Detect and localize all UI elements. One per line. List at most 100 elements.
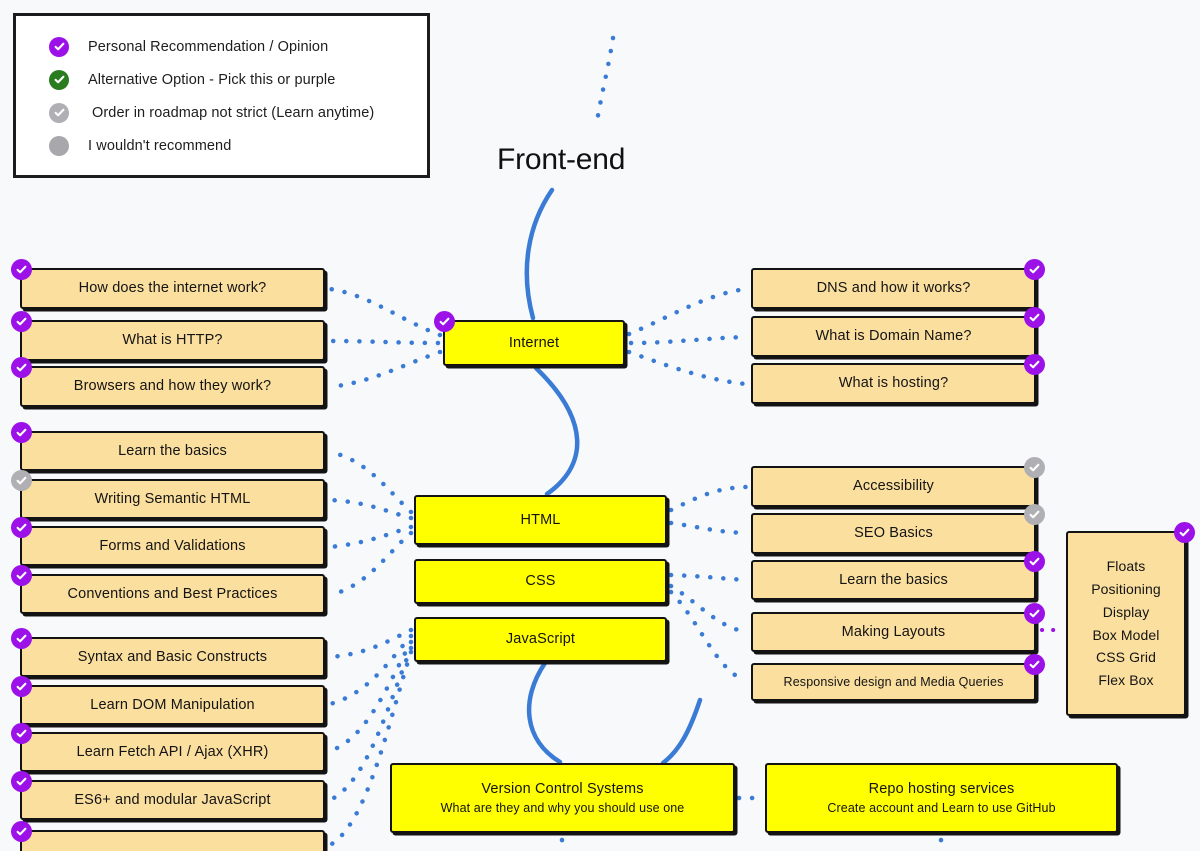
node-label: Writing Semantic HTML: [94, 490, 251, 507]
edge-css-responsive: [668, 589, 749, 684]
check-circle-icon: [49, 69, 69, 90]
node-label: Conventions and Best Practices: [67, 585, 278, 602]
edge-internet-domain-name: [628, 334, 749, 346]
node-label: ES6+ and modular JavaScript: [74, 791, 271, 808]
node-js-syntax[interactable]: Syntax and Basic Constructs: [11, 628, 325, 677]
check-circle-icon: [11, 723, 32, 744]
node-label: HTML: [520, 511, 561, 528]
node-label: Syntax and Basic Constructs: [77, 648, 268, 665]
node-seo-basics[interactable]: SEO Basics: [751, 504, 1045, 554]
check-circle-icon: [1174, 522, 1195, 543]
node-making-layouts[interactable]: Making Layouts: [751, 603, 1045, 652]
node-javascript[interactable]: JavaScript: [414, 617, 667, 662]
node-fetch-api[interactable]: Learn Fetch API / Ajax (XHR): [11, 723, 325, 772]
legend-item-personal-recommendation: Personal Recommendation / Opinion: [16, 30, 427, 63]
check-circle-icon: [1024, 551, 1045, 572]
node-repo-hosting[interactable]: Repo hosting services Create account and …: [765, 763, 1118, 833]
check-circle-icon: [49, 36, 69, 57]
node-label: Accessibility: [853, 478, 934, 495]
node-html-learn-basics[interactable]: Learn the basics: [11, 422, 325, 471]
node-topic-item: Box Model: [1092, 626, 1160, 643]
node-label: JavaScript: [505, 631, 576, 648]
node-forms-validations[interactable]: Forms and Validations: [11, 517, 325, 566]
node-label: What is hosting?: [838, 375, 949, 392]
edge-internet-how-internet-works: [327, 286, 443, 338]
edge-html-seo: [668, 520, 749, 536]
node-domain-name[interactable]: What is Domain Name?: [751, 307, 1045, 357]
node-hosting[interactable]: What is hosting?: [751, 354, 1045, 404]
node-title: Repo hosting services: [868, 780, 1015, 797]
edge-internet-browsers: [327, 349, 443, 390]
check-circle-icon: [1024, 457, 1045, 478]
node-html[interactable]: HTML: [414, 495, 667, 545]
node-how-internet-works[interactable]: How does the internet work?: [11, 259, 325, 309]
node-topic-item: Floats: [1106, 558, 1146, 575]
node-label: SEO Basics: [854, 525, 933, 542]
edge-js-fetch: [327, 639, 414, 754]
node-css-learn-basics[interactable]: Learn the basics: [751, 551, 1045, 600]
node-label: What is Domain Name?: [815, 328, 972, 345]
node-label: Learn Fetch API / Ajax (XHR): [76, 743, 269, 760]
node-semantic-html[interactable]: Writing Semantic HTML: [11, 470, 325, 519]
node-version-control[interactable]: Version Control Systems What are they and…: [390, 763, 735, 833]
roadmap-canvas: Personal Recommendation / Opinion Altern…: [0, 0, 1200, 851]
node-label: Learn DOM Manipulation: [90, 696, 255, 713]
node-topic-item: CSS Grid: [1096, 649, 1156, 666]
legend-item-order-not-strict: Order in roadmap not strict (Learn anyti…: [16, 96, 427, 129]
check-circle-icon: [11, 517, 32, 538]
check-circle-icon: [11, 311, 32, 332]
node-topic-item: Display: [1102, 603, 1150, 620]
edge-js-dom: [327, 633, 414, 707]
page-title: Front-end: [497, 143, 626, 176]
node-label: Making Layouts: [841, 623, 946, 640]
check-circle-icon: [11, 259, 32, 280]
edge-js-syntax: [327, 627, 414, 660]
legend-box: Personal Recommendation / Opinion Altern…: [13, 13, 430, 178]
check-circle-icon: [11, 470, 32, 491]
check-circle-icon: [11, 565, 32, 586]
node-conventions[interactable]: Conventions and Best Practices: [11, 565, 325, 614]
spine-top: [524, 187, 555, 321]
node-what-is-http[interactable]: What is HTTP?: [11, 311, 325, 361]
legend-item-label: Order in roadmap not strict (Learn anyti…: [92, 104, 375, 121]
check-circle-icon: [1024, 307, 1045, 328]
node-title: Version Control Systems: [481, 780, 644, 797]
edge-css-making-layouts: [668, 583, 749, 635]
node-label: Learn the basics: [839, 571, 948, 588]
node-dns[interactable]: DNS and how it works?: [751, 259, 1045, 309]
check-circle-icon: [1024, 654, 1045, 675]
check-circle-icon: [1024, 504, 1045, 525]
node-label: Internet: [508, 334, 560, 351]
check-circle-icon: [11, 771, 32, 792]
node-internet[interactable]: Internet: [434, 311, 625, 366]
check-circle-icon: [434, 311, 455, 332]
edge-internet-dns: [626, 286, 749, 337]
filled-circle-icon: [49, 135, 69, 156]
spine-js-vcs: [526, 660, 563, 765]
node-topic-item: Positioning: [1091, 581, 1161, 598]
edge-frontend-top-tail: [593, 35, 616, 131]
legend-item-label: Personal Recommendation / Opinion: [88, 38, 329, 55]
check-circle-icon: [49, 102, 69, 123]
node-accessibility[interactable]: Accessibility: [751, 457, 1045, 507]
edge-html-forms: [327, 524, 414, 550]
node-label: Forms and Validations: [99, 537, 246, 554]
spine-internet-html: [533, 365, 580, 497]
node-layout-topics[interactable]: Floats Positioning Display Box Model CSS Gri…: [1066, 522, 1195, 716]
node-browsers[interactable]: Browsers and how they work?: [11, 357, 325, 407]
node-responsive-design[interactable]: Responsive design and Media Queries: [751, 654, 1045, 701]
node-dom-manip[interactable]: Learn DOM Manipulation: [11, 676, 325, 725]
node-label: What is HTTP?: [122, 332, 223, 349]
node-label: How does the internet work?: [78, 280, 267, 297]
node-label: Responsive design and Media Queries: [783, 674, 1004, 689]
edge-html-learn-basics: [327, 449, 414, 515]
check-circle-icon: [11, 422, 32, 443]
edge-internet-hosting: [626, 349, 749, 387]
legend-item-label: I wouldn't recommend: [88, 137, 232, 154]
node-label: Learn the basics: [118, 442, 227, 459]
check-circle-icon: [11, 628, 32, 649]
node-es6-modular[interactable]: ES6+ and modular JavaScript: [11, 771, 325, 820]
node-css[interactable]: CSS: [414, 559, 667, 604]
node-subtitle: What are they and why you should use one: [440, 801, 685, 816]
node-js-next-topic[interactable]: [11, 821, 325, 851]
